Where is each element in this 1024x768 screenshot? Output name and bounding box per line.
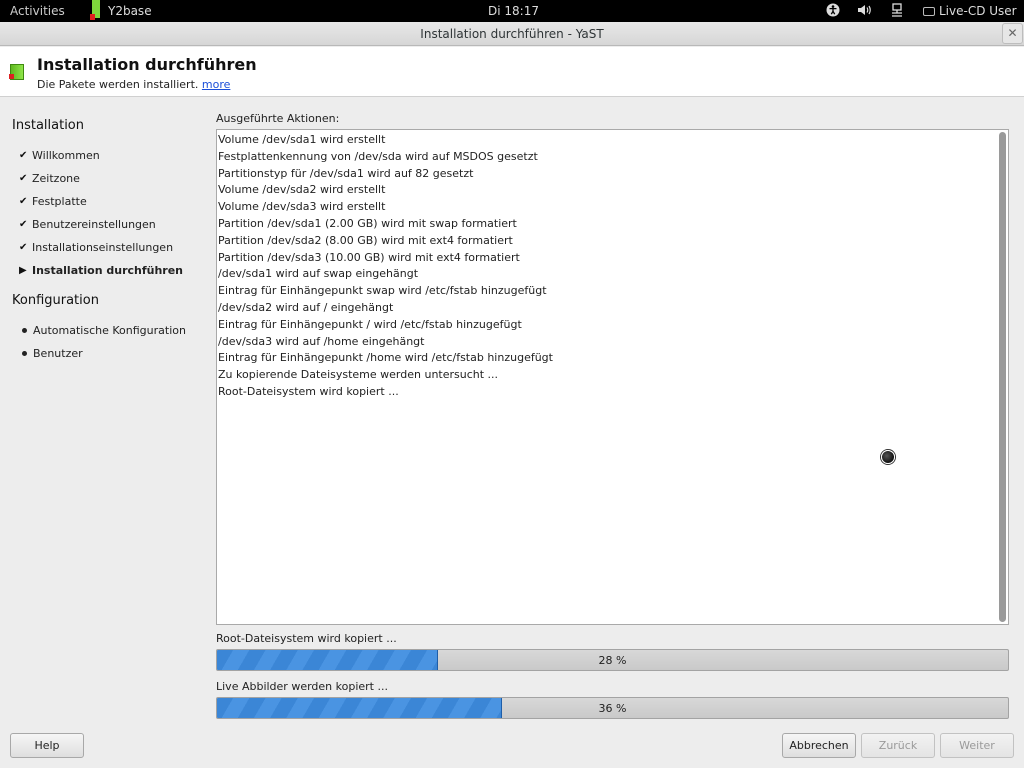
step-label: Festplatte <box>32 195 87 208</box>
log-line: Volume /dev/sda1 wird erstellt <box>218 133 386 146</box>
actions-log[interactable]: Volume /dev/sda1 wird erstellt Festplatte… <box>216 129 1009 625</box>
network-icon[interactable] <box>891 3 903 20</box>
checkmark-icon: ✔ <box>19 219 28 230</box>
step-label: Willkommen <box>32 149 100 162</box>
log-line: Partitionstyp für /dev/sda1 wird auf 82 … <box>218 166 474 180</box>
page-subtitle-text: Die Pakete werden installiert. <box>37 78 199 91</box>
log-lines: Volume /dev/sda1 wird erstellt Festplatte… <box>218 132 553 401</box>
more-link[interactable]: more <box>202 78 231 91</box>
log-line: Volume /dev/sda3 wird erstellt <box>218 200 386 214</box>
log-label: Ausgeführte Aktionen: <box>216 112 340 125</box>
user-menu[interactable]: Live-CD User <box>923 4 1017 18</box>
progress-percent: 28 % <box>598 654 627 667</box>
step-label: Zeitzone <box>32 172 80 185</box>
top-panel: Activities Y2base Di 18:17 Live-CD User <box>0 0 1024 22</box>
checkmark-icon: ✔ <box>19 242 28 253</box>
log-line: /dev/sda2 wird auf / eingehängt <box>218 300 394 314</box>
user-status-icon <box>923 6 935 16</box>
step-benutzereinstellungen: ✔ Benutzereinstellungen <box>19 218 156 231</box>
window-titlebar[interactable]: Installation durchführen - YaST ✕ <box>0 22 1024 46</box>
step-festplatte: ✔ Festplatte <box>19 195 87 208</box>
log-scrollbar[interactable] <box>998 131 1007 623</box>
page-subtitle: Die Pakete werden installiert. more <box>37 78 230 91</box>
steps-sidebar: Installation ✔ Willkommen ✔ Zeitzone ✔ Fest… <box>0 98 205 718</box>
help-button[interactable]: Help <box>10 733 84 758</box>
bullet-icon <box>22 351 27 356</box>
step-willkommen: ✔ Willkommen <box>19 149 100 162</box>
activities-button[interactable]: Activities <box>10 4 65 18</box>
progress-label-root: Root-Dateisystem wird kopiert ... <box>216 632 397 645</box>
step-installationseinstellungen: ✔ Installationseinstellungen <box>19 241 173 254</box>
log-line: Eintrag für Einhängepunkt /home wird /et… <box>218 351 553 365</box>
clock[interactable]: Di 18:17 <box>488 4 539 18</box>
page-title: Installation durchführen <box>37 55 257 74</box>
log-line: /dev/sda3 wird auf /home eingehängt <box>218 334 425 348</box>
bullet-icon <box>22 328 27 333</box>
log-line: Volume /dev/sda2 wird erstellt <box>218 183 386 197</box>
section-konfiguration: Konfiguration <box>12 293 99 308</box>
log-line: /dev/sda1 wird auf swap eingehängt <box>218 267 419 281</box>
progress-bar-images: 36 % <box>216 697 1009 719</box>
next-button[interactable]: Weiter <box>940 733 1014 758</box>
arrow-right-icon: ▶ <box>19 265 27 276</box>
progress-bar-root: 28 % <box>216 649 1009 671</box>
step-installation-durchfuehren: ▶ Installation durchführen <box>19 264 183 277</box>
abort-button[interactable]: Abbrechen <box>782 733 856 758</box>
step-label: Benutzer <box>33 347 83 360</box>
log-line: Root-Dateisystem wird kopiert ... <box>218 384 399 398</box>
busy-cursor-icon <box>881 450 895 464</box>
checkmark-icon: ✔ <box>19 196 28 207</box>
step-zeitzone: ✔ Zeitzone <box>19 172 80 185</box>
step-label: Benutzereinstellungen <box>32 218 156 231</box>
window-title: Installation durchführen - YaST <box>420 27 604 41</box>
volume-icon[interactable] <box>857 3 872 20</box>
log-line: Partition /dev/sda1 (2.00 GB) wird mit s… <box>218 216 517 230</box>
app-menu[interactable]: Y2base <box>88 0 152 22</box>
step-benutzer: Benutzer <box>19 347 83 360</box>
installation-icon <box>9 64 25 80</box>
progress-label-images: Live Abbilder werden kopiert ... <box>216 680 388 693</box>
page-header: Installation durchführen Die Pakete werd… <box>0 47 1024 97</box>
scrollbar-thumb[interactable] <box>999 132 1006 622</box>
step-label: Installationseinstellungen <box>32 241 174 254</box>
log-line: Eintrag für Einhängepunkt swap wird /etc… <box>218 284 547 298</box>
checkmark-icon: ✔ <box>19 150 28 161</box>
close-icon[interactable]: ✕ <box>1002 23 1023 44</box>
log-line: Festplattenkennung von /dev/sda wird auf… <box>218 149 538 163</box>
checkmark-icon: ✔ <box>19 173 28 184</box>
app-menu-label: Y2base <box>108 4 152 18</box>
log-line: Partition /dev/sda2 (8.00 GB) wird mit e… <box>218 233 513 247</box>
step-label: Automatische Konfiguration <box>33 324 186 337</box>
step-label: Installation durchführen <box>32 264 184 277</box>
step-automatische-konfiguration: Automatische Konfiguration <box>19 324 186 337</box>
accessibility-icon[interactable] <box>826 3 840 20</box>
log-line: Eintrag für Einhängepunkt / wird /etc/fs… <box>218 317 522 331</box>
back-button[interactable]: Zurück <box>861 733 935 758</box>
yast-app-icon <box>88 0 100 22</box>
log-line: Zu kopierende Dateisysteme werden unters… <box>218 368 499 382</box>
log-line: Partition /dev/sda3 (10.00 GB) wird mit … <box>218 250 520 264</box>
user-name: Live-CD User <box>939 4 1017 18</box>
section-installation: Installation <box>12 118 85 133</box>
progress-percent: 36 % <box>598 702 627 715</box>
